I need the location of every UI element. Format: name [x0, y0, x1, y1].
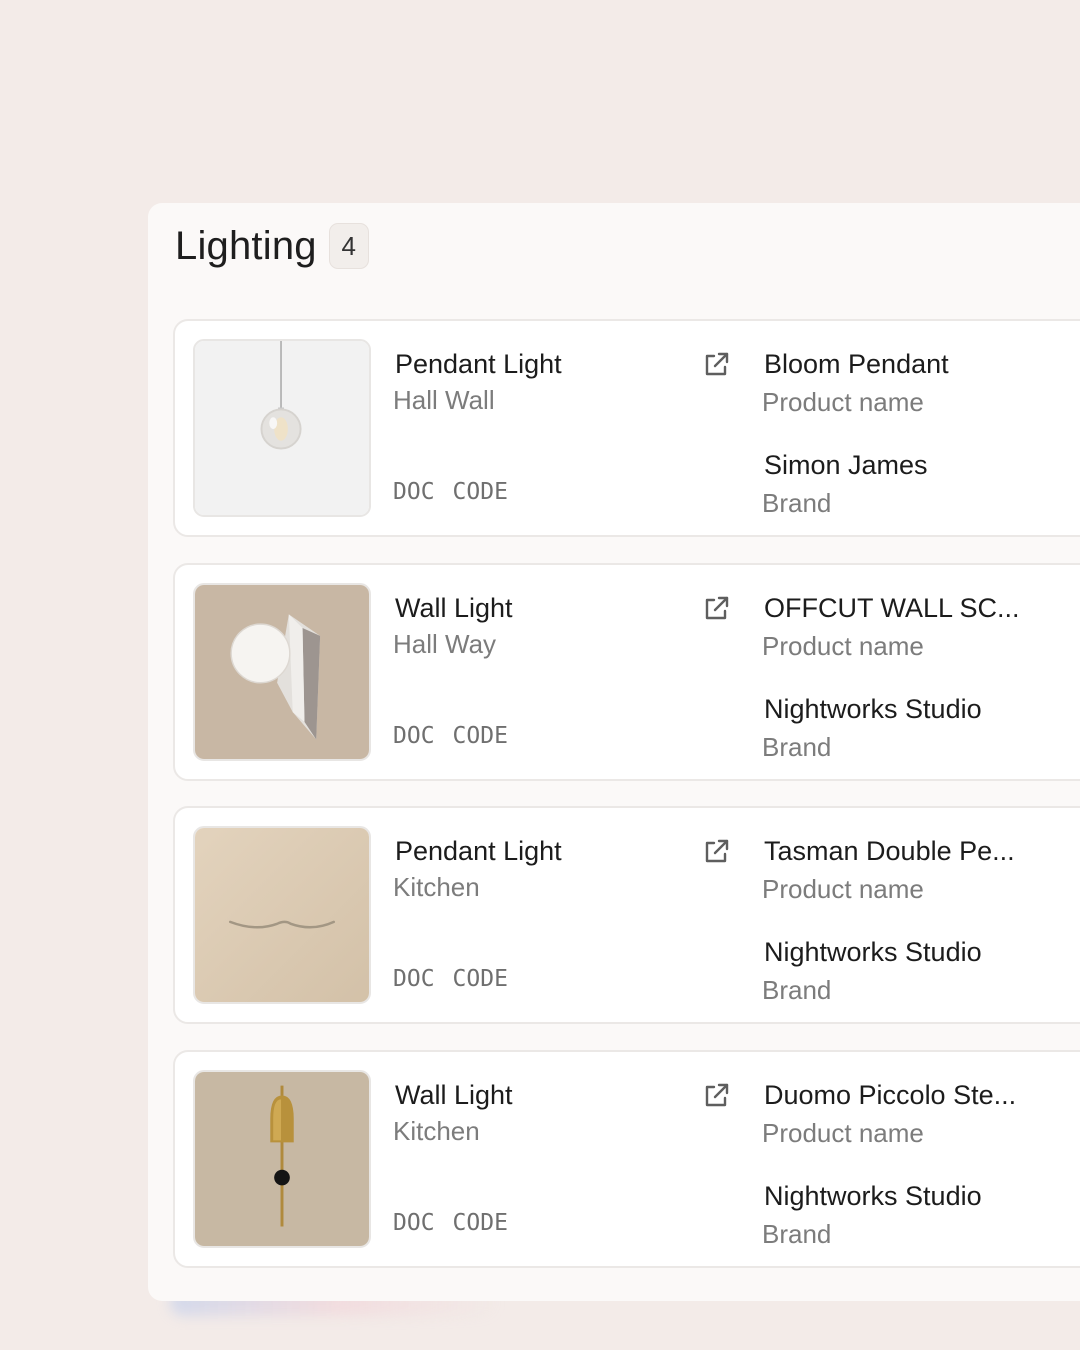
brand-label: Brand: [762, 975, 832, 1005]
product-thumbnail-wall-light[interactable]: [193, 583, 371, 761]
code-link[interactable]: CODE: [453, 723, 508, 749]
wall-light-image: [195, 585, 369, 759]
item-type: Pendant Light: [395, 836, 562, 866]
doc-link[interactable]: DOC: [393, 966, 435, 992]
double-pendant-image: [195, 828, 369, 1002]
section-title: Lighting: [175, 223, 317, 268]
item-type: Wall Light: [395, 593, 513, 623]
external-link-icon[interactable]: [700, 836, 732, 868]
external-link-icon[interactable]: [700, 349, 732, 381]
item-links: DOC CODE: [393, 479, 508, 505]
product-card[interactable]: Wall Light Kitchen DOC CODE Duomo Piccol…: [173, 1050, 1080, 1268]
code-link[interactable]: CODE: [453, 966, 508, 992]
item-location: Hall Way: [393, 629, 497, 659]
product-thumbnail-pendant[interactable]: [193, 339, 371, 517]
external-link-icon[interactable]: [700, 593, 732, 625]
item-location: Kitchen: [393, 872, 480, 902]
item-type: Wall Light: [395, 1080, 513, 1110]
brand-label: Brand: [762, 1219, 832, 1249]
pendant-light-image: [195, 341, 369, 515]
count-badge: 4: [328, 223, 369, 269]
external-link-icon[interactable]: [700, 1080, 732, 1112]
brand-name: Nightworks Studio: [764, 694, 982, 724]
item-links: DOC CODE: [393, 723, 508, 749]
item-type: Pendant Light: [395, 349, 562, 379]
product-name-label: Product name: [762, 1118, 924, 1148]
doc-link[interactable]: DOC: [393, 1210, 435, 1236]
product-name-label: Product name: [762, 631, 924, 661]
code-link[interactable]: CODE: [453, 479, 508, 505]
product-name-label: Product name: [762, 387, 924, 417]
product-name: Tasman Double Pe...: [764, 836, 1015, 866]
code-link[interactable]: CODE: [453, 1210, 508, 1236]
product-name: OFFCUT WALL SC...: [764, 593, 1020, 623]
section-header: Lighting 4: [175, 223, 369, 269]
item-location: Kitchen: [393, 1116, 480, 1146]
product-name: Duomo Piccolo Ste...: [764, 1080, 1017, 1110]
brand-label: Brand: [762, 488, 832, 518]
item-links: DOC CODE: [393, 966, 508, 992]
product-thumbnail-double-pendant[interactable]: [193, 826, 371, 1004]
item-location: Hall Wall: [393, 385, 495, 415]
brand-label: Brand: [762, 732, 832, 762]
lighting-panel: Lighting 4 Pendant Light Hall Wall DOC C…: [148, 203, 1080, 1301]
product-card[interactable]: Pendant Light Hall Wall DOC CODE Bloom P…: [173, 319, 1080, 537]
item-links: DOC CODE: [393, 1210, 508, 1236]
stem-light-image: [195, 1072, 369, 1246]
product-name-label: Product name: [762, 874, 924, 904]
brand-name: Simon James: [764, 450, 928, 480]
product-thumbnail-stem-light[interactable]: [193, 1070, 371, 1248]
product-card[interactable]: Pendant Light Kitchen DOC CODE Tasman Do…: [173, 806, 1080, 1024]
product-name: Bloom Pendant: [764, 349, 949, 379]
brand-name: Nightworks Studio: [764, 937, 982, 967]
brand-name: Nightworks Studio: [764, 1181, 982, 1211]
doc-link[interactable]: DOC: [393, 479, 435, 505]
doc-link[interactable]: DOC: [393, 723, 435, 749]
product-card[interactable]: Wall Light Hall Way DOC CODE OFFCUT WALL…: [173, 563, 1080, 781]
